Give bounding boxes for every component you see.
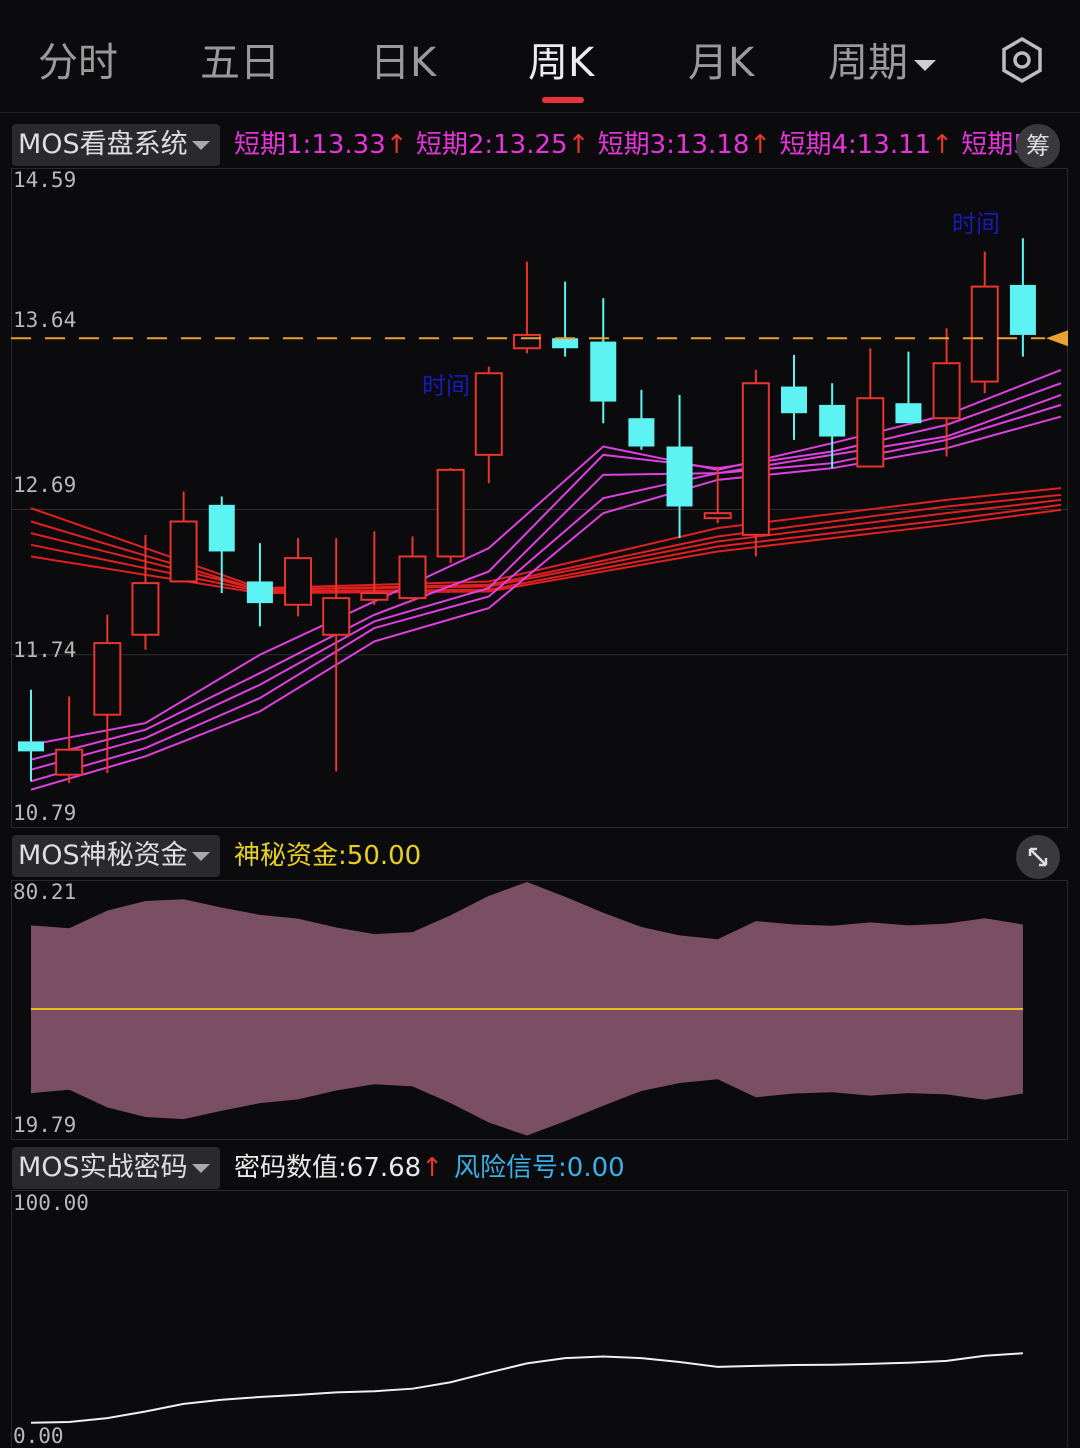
chevron-down-icon [191, 1164, 210, 1173]
candle-body [398, 555, 427, 600]
signal-label: 时间 [952, 210, 1000, 238]
candle-body [169, 520, 198, 583]
y-label-4: 11.74 [13, 638, 77, 662]
short-ma-line [30, 403, 1062, 783]
candle-body [246, 581, 273, 604]
y-label-2: 13.64 [13, 308, 77, 332]
y-label-bottom: 10.79 [13, 801, 77, 825]
candle-body [666, 446, 693, 507]
code-chart [30, 1352, 1023, 1424]
candle-body [284, 557, 313, 606]
fund-indicator-header: MOS神秘资金 神秘资金:50.00 [0, 835, 1080, 881]
code-line [30, 1352, 1023, 1424]
candle-body [590, 341, 617, 402]
candle-body [703, 512, 732, 520]
expand-button[interactable] [1016, 835, 1060, 879]
candle-body [781, 386, 807, 414]
candle-body [819, 404, 846, 437]
code-indicator-select[interactable]: MOS实战密码 [12, 1147, 220, 1189]
expand-arrows-icon [1028, 847, 1048, 867]
risk-value: 风险信号:0.00 [454, 1153, 625, 1183]
code-indicator-name: MOS实战密码 [18, 1152, 188, 1183]
candle-body [932, 362, 961, 420]
signal-label: 时间 [422, 372, 470, 400]
fund-value: 神秘资金:50.00 [234, 841, 422, 871]
chevron-down-icon [191, 852, 210, 861]
fund-indicator-name: MOS神秘资金 [18, 840, 188, 871]
candle-body [322, 597, 351, 636]
candle-body [512, 333, 541, 350]
fund-chart [31, 882, 1023, 1136]
short-ma-line [30, 415, 1062, 791]
code-indicator-header: MOS实战密码 密码数值:67.68↑ 风险信号:0.00 [0, 1147, 1080, 1193]
code-y-bottom: 0.00 [13, 1424, 64, 1448]
candle-body [628, 418, 655, 447]
fund-y-top: 80.21 [13, 880, 77, 904]
candle-body [436, 468, 465, 558]
candlestick-chart [11, 238, 1068, 791]
candle-body [474, 372, 503, 456]
candle-body [360, 592, 389, 601]
candle-body [18, 741, 44, 752]
candle-body [93, 642, 122, 716]
candle-body [208, 504, 235, 552]
fund-indicator-select[interactable]: MOS神秘资金 [12, 835, 220, 877]
code-value: 密码数值:67.68↑ [234, 1153, 444, 1183]
code-y-top: 100.00 [13, 1191, 89, 1215]
candle-body [895, 403, 922, 424]
candle-body [741, 382, 770, 536]
current-price-marker [1046, 330, 1068, 347]
y-label-top: 14.59 [13, 168, 77, 192]
candle-body [1009, 284, 1036, 335]
candle-body [970, 285, 999, 383]
candle-body [55, 748, 84, 776]
y-label-3: 12.69 [13, 473, 77, 497]
candle-body [131, 582, 160, 636]
fund-y-bottom: 19.79 [13, 1113, 77, 1137]
candle-body [856, 397, 885, 468]
candle-body [552, 338, 579, 349]
